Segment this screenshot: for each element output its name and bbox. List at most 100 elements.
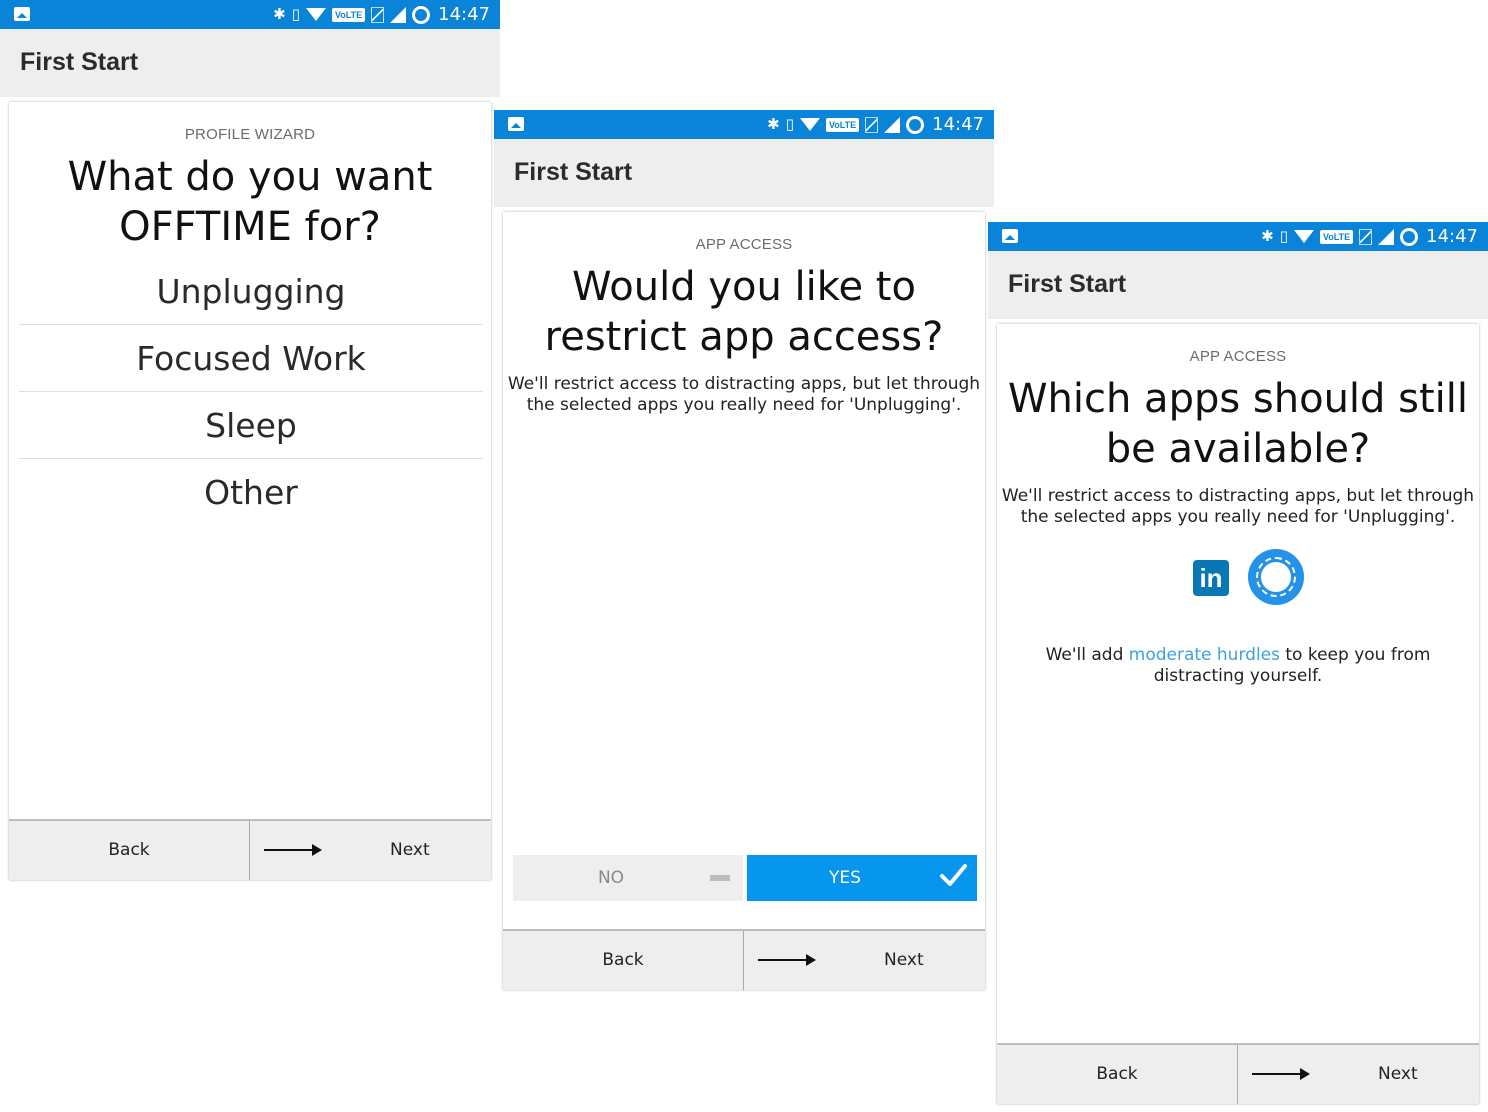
wizard-card: PROFILE WIZARD What do you want OFFTIME … <box>9 102 491 880</box>
hurdle-text-pre: We'll add <box>1045 645 1129 665</box>
question-line-1: Would you like to <box>572 264 916 310</box>
back-button[interactable]: Back <box>997 1045 1238 1104</box>
signal-strength-icon <box>390 6 407 23</box>
question-heading: Would you like to restrict app access? <box>503 262 985 362</box>
sync-icon <box>1400 227 1419 246</box>
back-button[interactable]: Back <box>9 821 250 880</box>
description-line-1: We'll restrict access to distracting app… <box>507 374 981 394</box>
question-line-1: Which apps should still <box>1007 376 1469 422</box>
phone-screen-restrict-access: ✱ ▯ VoLTE 14:47 First Start APP ACCESS W… <box>494 110 994 998</box>
section-kicker: APP ACCESS <box>1189 348 1287 365</box>
hurdle-text-post: to keep you from <box>1279 645 1431 665</box>
option-focused-work[interactable]: Focused Work <box>19 326 483 392</box>
sync-icon <box>906 115 925 134</box>
yes-option-button[interactable]: YES <box>747 855 977 901</box>
sync-icon <box>412 5 431 24</box>
question-line-2: restrict app access? <box>544 314 944 360</box>
wizard-card: APP ACCESS Would you like to restrict ap… <box>503 212 985 990</box>
volte-icon: VoLTE <box>1319 229 1354 244</box>
description-line-2: the selected apps you really need for 'U… <box>526 395 962 415</box>
linkedin-icon[interactable]: in <box>1193 560 1229 596</box>
checkmark-icon <box>940 864 967 886</box>
gallery-notification-icon <box>14 7 30 21</box>
option-sleep[interactable]: Sleep <box>19 393 483 459</box>
signal-messenger-icon[interactable] <box>1248 549 1304 605</box>
vibrate-icon: ▯ <box>1279 227 1288 245</box>
app-bar: First Start <box>0 29 500 97</box>
description: We'll restrict access to distracting app… <box>503 374 985 416</box>
question-line-2: be available? <box>1105 426 1371 472</box>
clock: 14:47 <box>932 114 984 135</box>
section-kicker: PROFILE WIZARD <box>184 126 316 143</box>
vibrate-icon: ▯ <box>291 5 300 23</box>
app-bar: First Start <box>988 251 1488 319</box>
wizard-footer: Back Next <box>9 819 491 880</box>
wifi-icon <box>1293 230 1314 243</box>
wizard-footer: Back Next <box>503 929 985 990</box>
signal-strength-icon <box>884 116 901 133</box>
app-bar: First Start <box>494 139 994 207</box>
moderate-hurdles-link[interactable]: moderate hurdles <box>1129 645 1280 665</box>
description-line-1: We'll restrict access to distracting app… <box>1001 486 1475 506</box>
signal-strength-icon <box>1378 228 1395 245</box>
arrow-right-icon <box>758 954 816 966</box>
option-divider <box>19 391 483 392</box>
bluetooth-icon: ✱ <box>1261 227 1274 245</box>
arrow-right-icon <box>264 844 322 856</box>
question-line-2: OFFTIME for? <box>119 204 381 250</box>
volte-icon: VoLTE <box>825 117 860 132</box>
description-line-2: the selected apps you really need for 'U… <box>1020 507 1456 527</box>
clock: 14:47 <box>1426 226 1478 247</box>
bluetooth-icon: ✱ <box>767 115 780 133</box>
status-bar: ✱ ▯ VoLTE 14:47 <box>988 222 1488 251</box>
next-button[interactable]: Next <box>1238 1045 1479 1104</box>
gallery-notification-icon <box>508 117 524 131</box>
no-label: NO <box>597 868 625 888</box>
app-title: First Start <box>514 158 633 186</box>
next-button[interactable]: Next <box>250 821 491 880</box>
no-sim-icon <box>371 6 385 23</box>
clock: 14:47 <box>438 4 490 25</box>
restrict-toggle: NO YES <box>513 855 977 901</box>
vibrate-icon: ▯ <box>785 115 794 133</box>
hurdle-line-1: We'll add moderate hurdles to keep you f… <box>997 645 1479 666</box>
gallery-notification-icon <box>1002 229 1018 243</box>
phone-screen-available-apps: ✱ ▯ VoLTE 14:47 First Start APP ACCESS W… <box>988 222 1488 1112</box>
hurdle-line-2: distracting yourself. <box>1153 666 1323 686</box>
arrow-right-icon <box>1252 1068 1310 1080</box>
back-button[interactable]: Back <box>503 931 744 990</box>
status-bar: ✱ ▯ VoLTE 14:47 <box>494 110 994 139</box>
next-label: Next <box>1378 1064 1418 1084</box>
status-bar: ✱ ▯ VoLTE 14:47 <box>0 0 500 29</box>
app-title: First Start <box>1008 270 1127 298</box>
yes-label: YES <box>829 868 861 888</box>
selected-apps: in <box>997 546 1479 606</box>
bluetooth-icon: ✱ <box>273 5 286 23</box>
dash-icon <box>710 875 730 881</box>
status-icons: ✱ ▯ VoLTE 14:47 <box>767 110 984 139</box>
no-option-button[interactable]: NO <box>513 855 743 901</box>
no-sim-icon <box>865 116 879 133</box>
no-sim-icon <box>1359 228 1373 245</box>
wifi-icon <box>799 118 820 131</box>
section-kicker: APP ACCESS <box>695 236 793 253</box>
next-label: Next <box>884 950 924 970</box>
description: We'll restrict access to distracting app… <box>997 486 1479 528</box>
wifi-icon <box>305 8 326 21</box>
option-divider <box>19 324 483 325</box>
hurdle-note: We'll add moderate hurdles to keep you f… <box>997 645 1479 687</box>
status-icons: ✱ ▯ VoLTE 14:47 <box>273 0 490 29</box>
wizard-footer: Back Next <box>997 1043 1479 1104</box>
question-heading: What do you want OFFTIME for? <box>9 152 491 252</box>
option-divider <box>19 458 483 459</box>
next-label: Next <box>390 840 430 860</box>
next-button[interactable]: Next <box>744 931 985 990</box>
volte-icon: VoLTE <box>331 7 366 22</box>
option-other[interactable]: Other <box>19 460 483 526</box>
question-heading: Which apps should still be available? <box>997 374 1479 474</box>
option-unplugging[interactable]: Unplugging <box>19 259 483 325</box>
phone-screen-profile-wizard: ✱ ▯ VoLTE 14:47 First Start PROFILE WIZA… <box>0 0 500 888</box>
wizard-card: APP ACCESS Which apps should still be av… <box>997 324 1479 1104</box>
question-line-1: What do you want <box>67 154 433 200</box>
app-title: First Start <box>20 48 139 76</box>
